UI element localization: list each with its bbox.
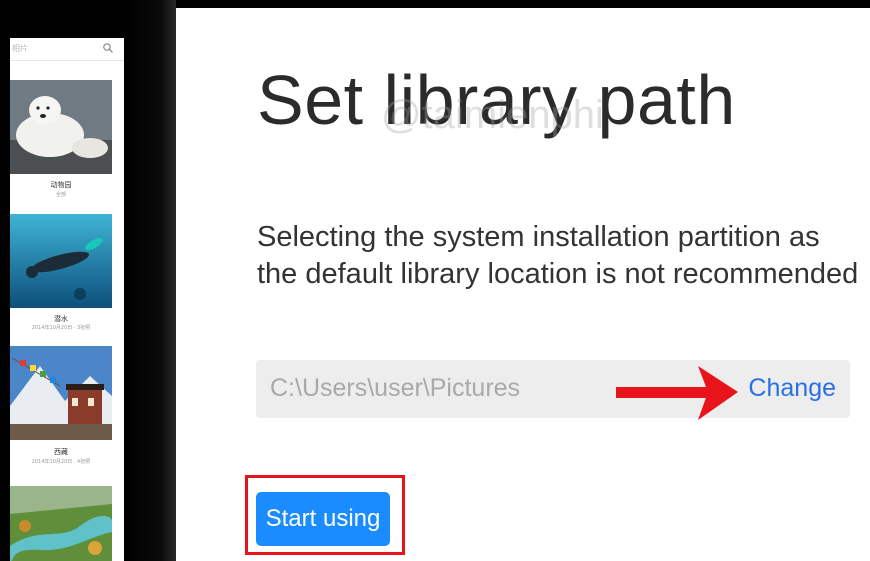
album-subtitle: 全部 (55, 192, 66, 198)
library-path-value: C:\Users\user\Pictures (270, 374, 521, 402)
album-title: 动物园 (50, 181, 72, 189)
annotation-arrow-icon (616, 366, 738, 420)
change-path-link[interactable]: Change (748, 374, 836, 403)
album-title: 西藏 (54, 448, 68, 456)
album-thumbnail[interactable] (10, 486, 112, 561)
album-title: 潜水 (54, 315, 68, 323)
window-gap (124, 0, 176, 561)
library-path-field: C:\Users\user\Pictures Change (256, 360, 850, 418)
description-text: Selecting the system installation partit… (257, 221, 859, 290)
album-subtitle: 2014年10月20日 · 3张照 (31, 325, 91, 331)
library-path-dialog: Set library path @taimienphi Selecting t… (176, 8, 870, 561)
preview-search-placeholder: 相片 (12, 44, 28, 53)
album-thumbnail[interactable] (10, 80, 112, 174)
preview-search-bar[interactable]: 相片 (10, 38, 124, 61)
start-using-button[interactable]: Start using (256, 492, 390, 546)
page-title: Set library path (257, 61, 736, 139)
album-preview-panel: 相片 动物园 全部 潜水 2014年10月20日 · 3张照 西藏 2014年1… (10, 38, 124, 561)
album-thumbnail[interactable] (10, 214, 112, 308)
album-thumbnail[interactable] (10, 346, 112, 440)
search-icon[interactable] (102, 42, 114, 54)
album-subtitle: 2014年10月20日 · 4张照 (31, 459, 91, 465)
